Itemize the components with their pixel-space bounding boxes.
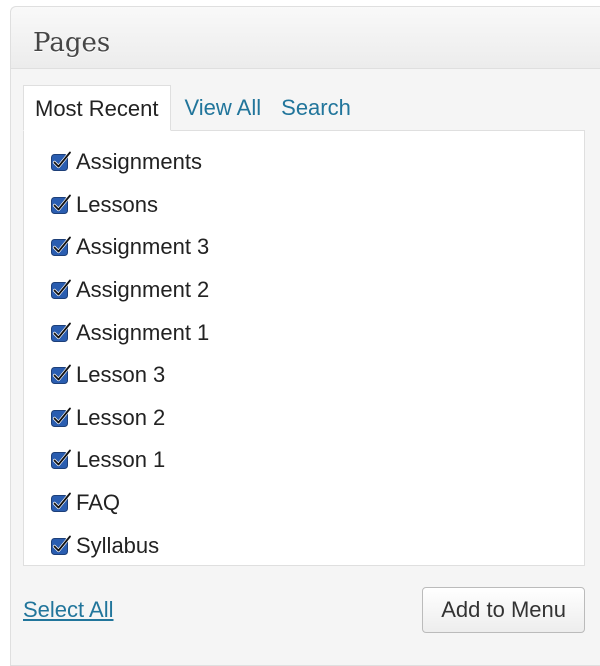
checkbox-checked-icon[interactable] <box>50 236 72 258</box>
tab-search[interactable]: Search <box>275 85 365 131</box>
list-item-label: Syllabus <box>76 532 160 558</box>
list-item[interactable]: FAQ <box>50 482 584 525</box>
list-item-label: Lesson 3 <box>76 362 166 388</box>
pages-list: Assignments Lessons Assignment 3 Assignment… <box>24 131 584 567</box>
list-item-label: Lessons <box>76 191 158 217</box>
panel-title: Pages <box>33 28 111 58</box>
list-item-label: Lesson 1 <box>76 447 166 473</box>
list-item[interactable]: Lesson 2 <box>50 397 584 440</box>
checkbox-checked-icon[interactable] <box>50 364 72 386</box>
list-item[interactable]: Lessons <box>50 184 584 227</box>
pages-panel: Pages Most Recent View All Search Assign… <box>10 6 600 666</box>
list-item-label: Assignments <box>76 149 202 175</box>
tab-view-all[interactable]: View All <box>171 85 276 131</box>
tab-most-recent[interactable]: Most Recent <box>23 85 171 131</box>
list-item[interactable]: Assignment 2 <box>50 269 584 312</box>
list-item-label: Assignment 3 <box>76 234 210 260</box>
checkbox-checked-icon[interactable] <box>50 193 72 216</box>
list-item[interactable]: Syllabus <box>50 524 584 567</box>
checkbox-checked-icon[interactable] <box>50 406 72 429</box>
tab-bar: Most Recent View All Search <box>23 85 365 131</box>
checkbox-checked-icon[interactable] <box>50 151 72 173</box>
add-to-menu-button[interactable]: Add to Menu <box>422 587 585 633</box>
list-item[interactable]: Lesson 1 <box>50 439 584 482</box>
select-all-link[interactable]: Select All <box>23 597 114 623</box>
checkbox-checked-icon[interactable] <box>50 534 72 557</box>
list-item-label: Assignment 1 <box>76 319 210 345</box>
checkbox-checked-icon[interactable] <box>50 449 72 471</box>
list-item-label: Assignment 2 <box>76 277 210 303</box>
checkbox-checked-icon[interactable] <box>50 492 72 514</box>
list-item[interactable]: Assignments <box>50 141 584 184</box>
pages-list-box: Assignments Lessons Assignment 3 Assignment… <box>23 130 585 566</box>
list-item[interactable]: Assignment 3 <box>50 226 584 269</box>
checkbox-checked-icon[interactable] <box>50 279 72 301</box>
list-item[interactable]: Assignment 1 <box>50 311 584 354</box>
list-item-label: Lesson 2 <box>76 404 166 430</box>
panel-header[interactable]: Pages <box>11 7 600 69</box>
panel-footer: Select All Add to Menu <box>23 583 585 643</box>
list-item-label: FAQ <box>76 490 121 516</box>
checkbox-checked-icon[interactable] <box>50 321 72 344</box>
list-item[interactable]: Lesson 3 <box>50 354 584 397</box>
